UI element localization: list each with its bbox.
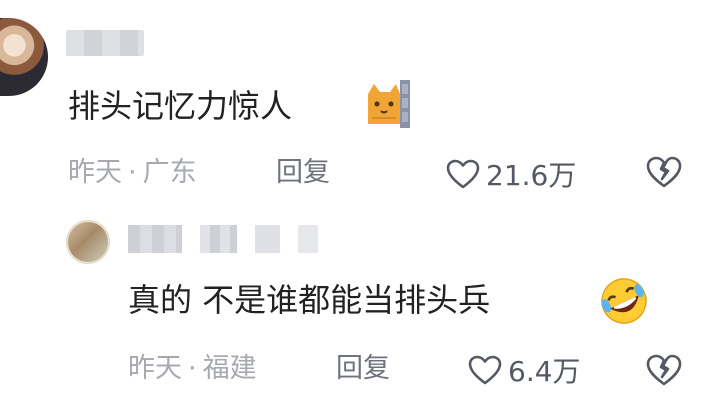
blur-block: [200, 225, 237, 253]
comment-meta: 昨天 · 福建: [128, 352, 257, 386]
comment-location: 广东: [142, 157, 197, 188]
meta-separator: ·: [128, 157, 137, 188]
avatar[interactable]: [66, 220, 110, 264]
avatar[interactable]: [0, 18, 48, 96]
like-count: 6.4万: [508, 355, 581, 388]
like-button[interactable]: 6.4万: [468, 350, 581, 390]
heart-icon: [468, 355, 502, 385]
meta-separator: ·: [188, 353, 197, 384]
comment-location: 福建: [202, 353, 257, 384]
comment-text: 真的 不是谁都能当排头兵: [128, 281, 491, 319]
reply-button[interactable]: 回复: [276, 156, 330, 190]
comment-time: 昨天: [68, 157, 122, 188]
heart-icon: [446, 159, 480, 189]
comment-text: 排头记忆力惊人: [68, 87, 293, 125]
username-blurred[interactable]: [66, 30, 144, 56]
dislike-broken-heart-icon[interactable]: [644, 350, 684, 390]
blur-block: [298, 225, 319, 253]
like-button[interactable]: 21.6万: [446, 154, 576, 194]
blur-block: [128, 225, 183, 253]
reply-button[interactable]: 回复: [336, 352, 390, 386]
dislike-broken-heart-icon[interactable]: [644, 152, 684, 192]
comment-meta: 昨天 · 广东: [68, 156, 197, 190]
rolling-laughing-emoji-icon: [601, 278, 647, 324]
comment-time: 昨天: [128, 353, 182, 384]
blur-block: [254, 225, 281, 253]
like-count: 21.6万: [486, 159, 577, 192]
cat-peeking-emoji-icon: [368, 80, 410, 128]
username-blurred[interactable]: [128, 222, 319, 256]
